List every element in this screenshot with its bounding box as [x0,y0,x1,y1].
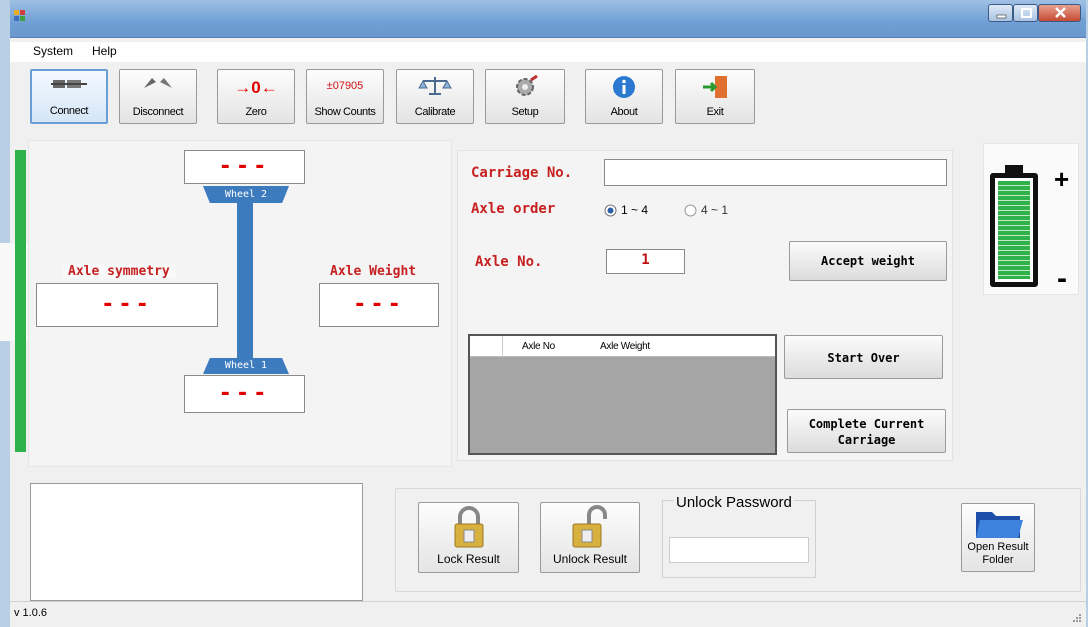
calibrate-label: Calibrate [414,106,456,118]
axle-order-option-1-label: 1 ~ 4 [621,203,649,217]
axle-shaft [237,203,253,358]
status-bar: v 1.0.6 [10,601,1086,627]
folder-icon [976,512,1023,538]
close-button[interactable] [1038,4,1081,22]
axle-order-label: Axle order [471,201,556,217]
setup-button[interactable]: Setup [485,69,565,124]
axle-order-option-2[interactable]: 4 ~ 1 [684,202,754,218]
axle-order-option-2-label: 4 ~ 1 [701,203,729,217]
menu-system[interactable]: System [33,44,73,58]
battery-terminal [1005,165,1023,174]
wheel1-display: --- [184,375,305,413]
exit-label: Exit [706,106,724,118]
info-icon [586,74,662,103]
axle-order-option-1[interactable]: 1 ~ 4 [604,202,674,218]
disconnect-label: Disconnect [132,106,184,118]
maximize-icon [1021,8,1032,18]
unlock-result-label: Unlock Result [552,552,628,566]
radio-selected-icon [604,204,617,217]
lock-result-label: Lock Result [437,552,500,566]
open-result-folder-button[interactable]: Open Result Folder [961,503,1035,572]
menu-bar [10,42,1086,62]
gear-icon [486,74,564,103]
disconnect-button[interactable]: Disconnect [119,69,197,124]
battery-plus-sign: + [1054,164,1070,194]
battery-level-fill [998,181,1030,279]
column-header-axle-weight[interactable]: Axle Weight [600,341,650,352]
padlock-unlocked-icon [572,505,607,548]
axle-data-grid[interactable]: Axle No Axle Weight [468,334,777,455]
axle-symmetry-value: --- [101,292,153,317]
radio-unselected-icon [684,204,697,217]
battery-minus-sign: - [1057,262,1067,295]
complete-carriage-button[interactable]: Complete Current Carriage [787,409,946,453]
accept-weight-button[interactable]: Accept weight [789,241,947,281]
unlock-result-button[interactable]: Unlock Result [540,502,640,573]
close-icon [1055,7,1066,18]
about-label: About [610,106,638,118]
column-header-axle-no[interactable]: Axle No [522,341,555,352]
scale-icon [397,74,473,101]
zero-button[interactable]: →0← Zero [217,69,295,124]
log-textbox[interactable] [30,483,363,601]
resize-grip-icon[interactable] [1072,613,1082,623]
unlock-password-input[interactable] [669,537,809,563]
exit-button[interactable]: Exit [675,69,755,124]
lock-result-button[interactable]: Lock Result [418,502,519,573]
disconnect-icon [120,74,196,99]
minimize-button[interactable] [988,4,1013,22]
wheel1-label: Wheel 1 [203,358,289,374]
padlock-locked-icon [454,506,484,548]
axle-symmetry-label: Axle symmetry [62,264,176,279]
counts-value: ±07905 [326,80,364,92]
axle-weight-label: Axle Weight [326,264,421,279]
zero-icon: →0← [234,78,278,97]
status-indicator-bar [15,150,26,452]
version-label: v 1.0.6 [14,607,48,619]
calibrate-button[interactable]: Calibrate [396,69,474,124]
battery-icon [990,173,1038,287]
axle-no-label: Axle No. [475,254,543,270]
setup-label: Setup [511,106,539,118]
zero-label: Zero [245,106,267,118]
row-header-corner [470,336,503,357]
axle-weight-value: --- [353,292,405,317]
connect-icon [32,75,106,100]
maximize-button[interactable] [1013,4,1038,22]
wheel2-label: Wheel 2 [203,186,289,203]
unlock-password-label: Unlock Password [674,494,794,511]
connect-button[interactable]: Connect [30,69,108,124]
carriage-no-label: Carriage No. [471,165,573,181]
open-result-folder-label: Open Result Folder [967,541,1029,566]
app-icon [14,10,26,22]
minimize-icon [996,14,1007,19]
start-over-button[interactable]: Start Over [784,335,943,379]
show-counts-button[interactable]: ±07905 Show Counts [306,69,384,124]
show-counts-label: Show Counts [314,106,376,118]
axle-no-field[interactable]: 1 [606,249,685,274]
exit-door-icon [676,74,754,103]
wheel2-display: --- [184,150,305,184]
title-bar[interactable] [10,0,1086,38]
carriage-no-input[interactable] [604,159,947,186]
menu-help[interactable]: Help [92,44,117,58]
connect-label: Connect [49,105,89,117]
about-button[interactable]: About [585,69,663,124]
